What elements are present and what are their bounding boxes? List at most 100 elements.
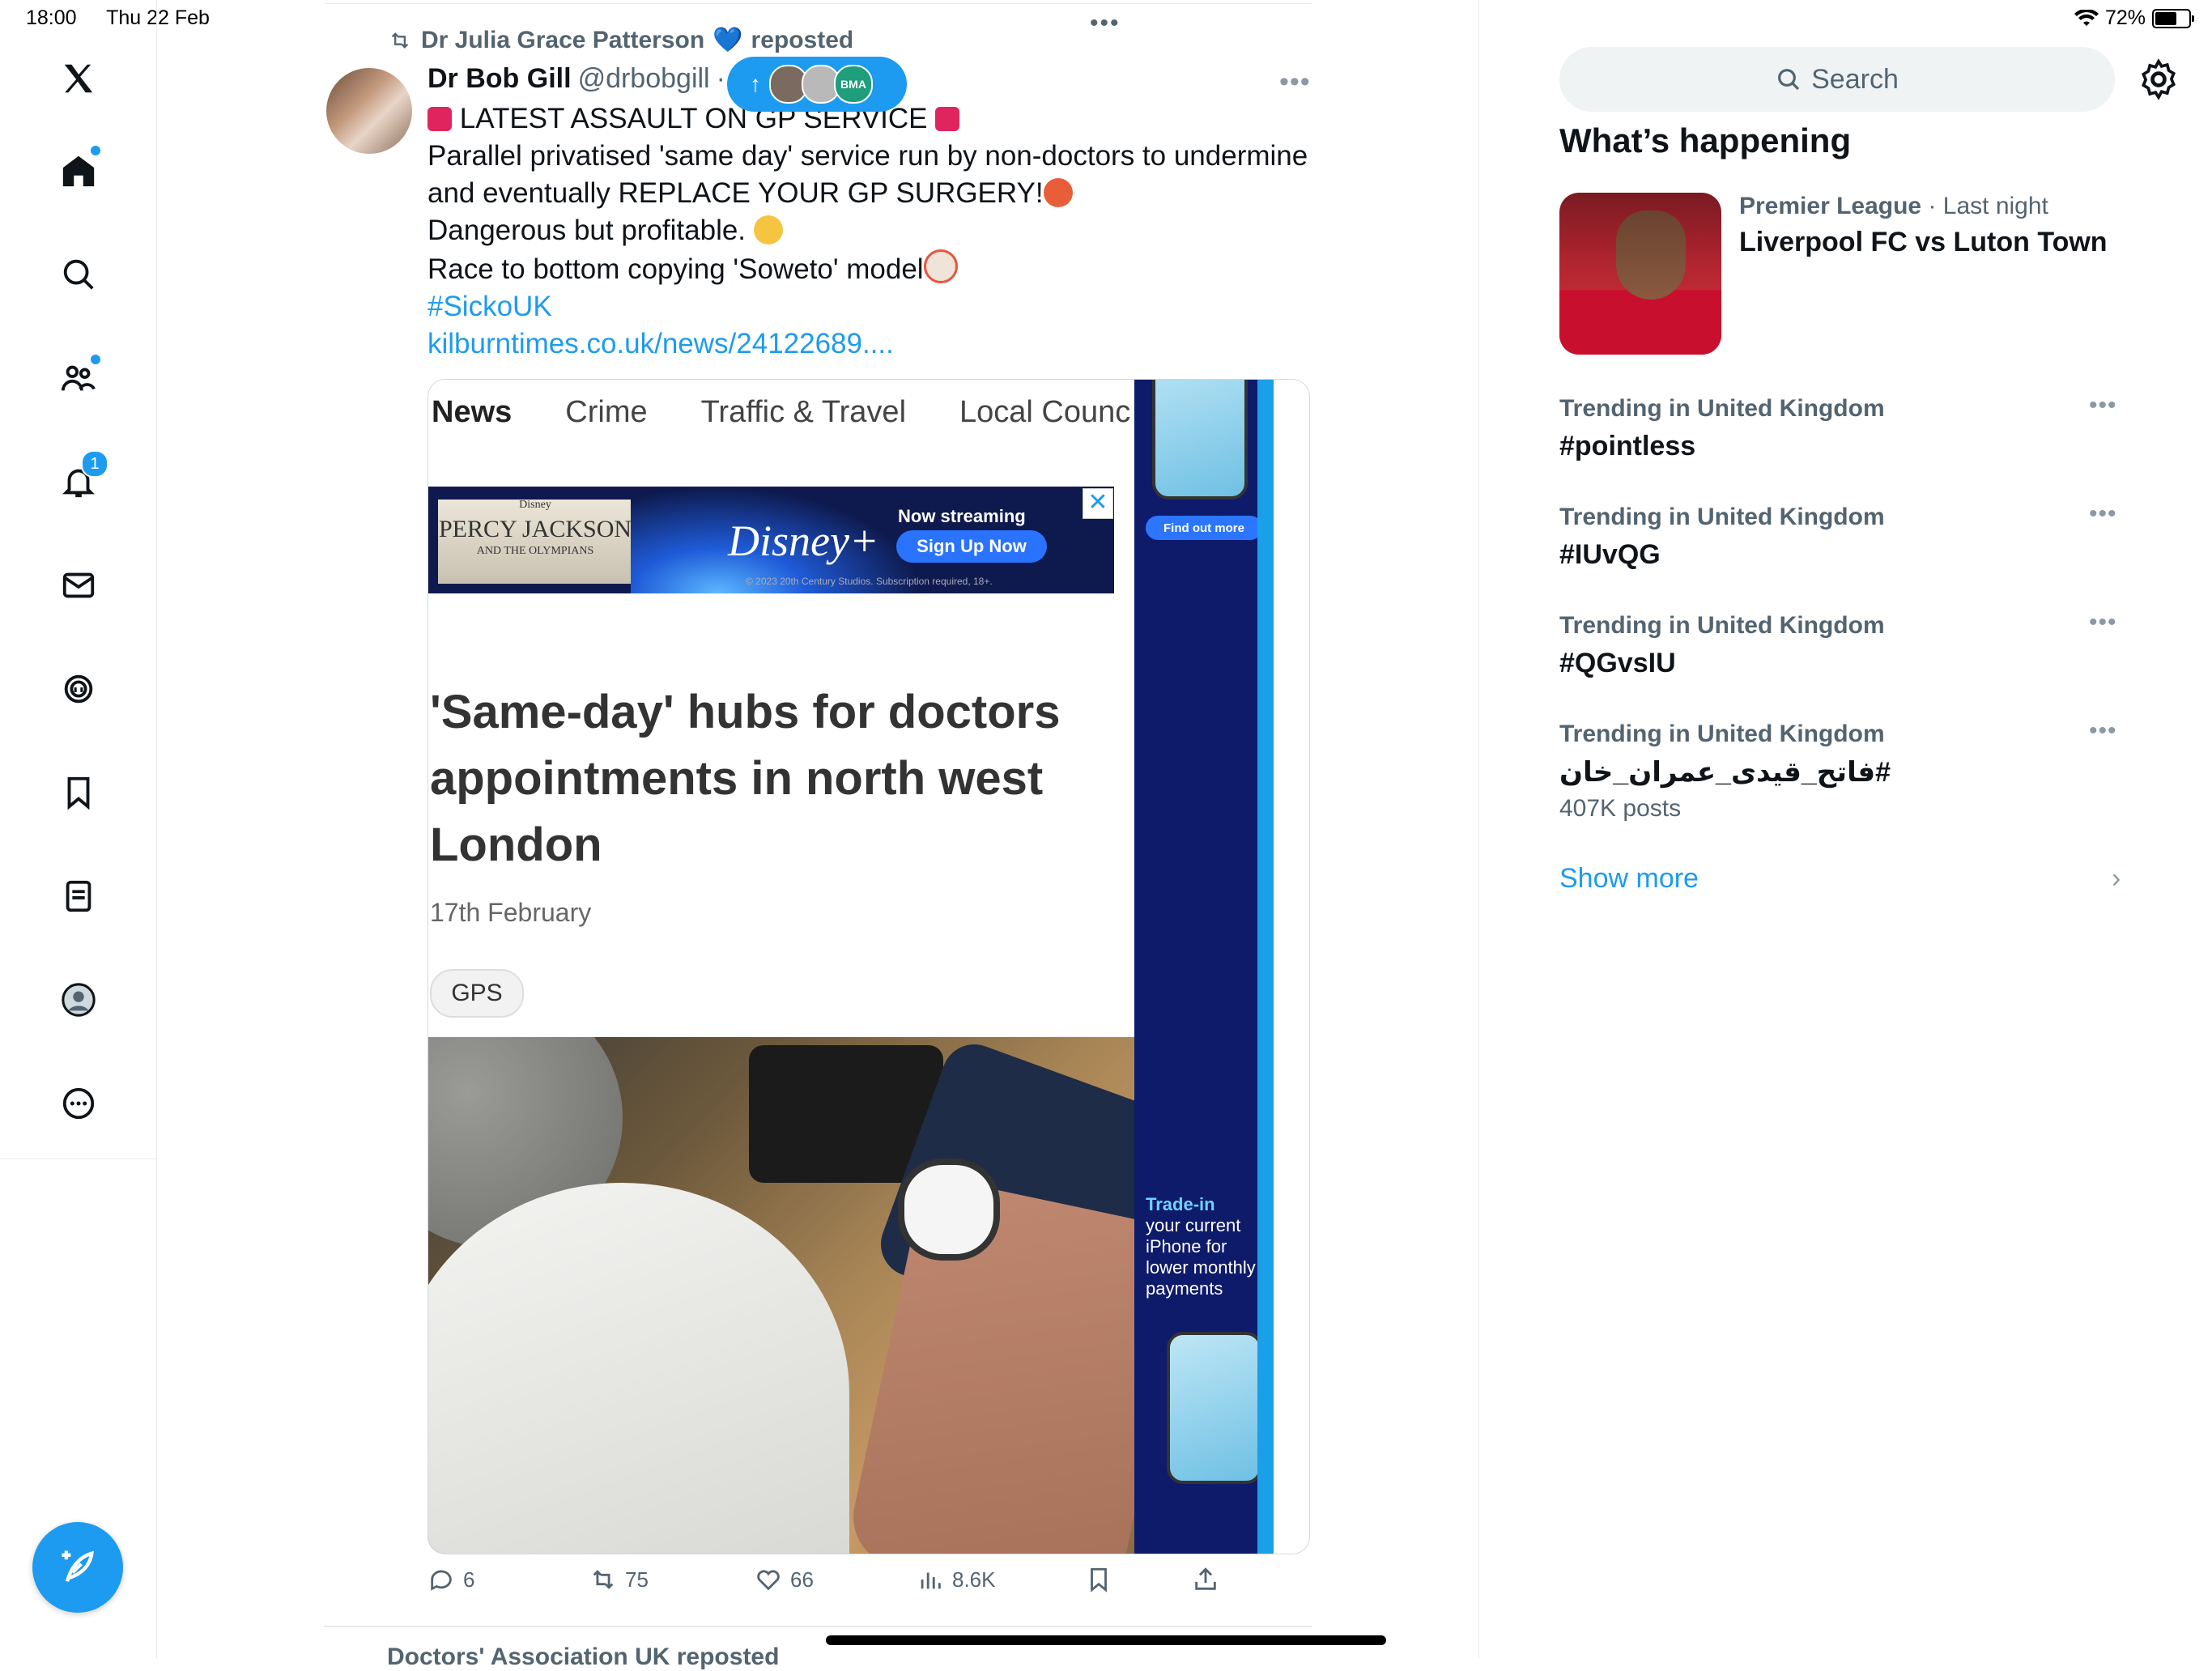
new-posts-pill[interactable]: ↑ BMA — [727, 57, 907, 112]
repost-count: 75 — [625, 1567, 649, 1592]
share-icon — [1195, 1567, 1216, 1590]
communities-icon[interactable] — [49, 348, 108, 408]
share-button[interactable] — [1192, 1566, 1219, 1593]
bookmark-icon — [1091, 1567, 1107, 1592]
article-tab-local: Local Counc — [959, 394, 1131, 429]
like-button[interactable]: 66 — [755, 1566, 814, 1593]
trend-name[interactable]: #pointless — [1559, 431, 1695, 462]
article-link[interactable]: kilburntimes.co.uk/news/24122689.... — [428, 325, 1318, 363]
verified-heart-icon: 💙 — [713, 27, 743, 53]
event-thumbnail[interactable] — [1559, 193, 1721, 355]
more-circle-icon[interactable] — [49, 1074, 108, 1133]
views-count: 8.6K — [952, 1567, 996, 1592]
column-divider — [1478, 0, 1479, 1658]
article-tab-traffic: Traffic & Travel — [700, 394, 907, 429]
trend-name[interactable]: #فاتح_قیدی_عمران_خان — [1559, 756, 1891, 789]
communities-notification-dot — [91, 355, 100, 364]
bell-icon[interactable]: 1 — [49, 450, 108, 512]
mail-icon[interactable] — [49, 555, 108, 615]
author-handle[interactable]: @drbobgill — [578, 63, 710, 95]
article-headline: 'Same-day' hubs for doctors appointments… — [430, 686, 1061, 871]
tweet-line-5-text: Race to bottom copying 'Soweto' model — [428, 253, 924, 285]
trade-in-text: Trade-in your current iPhone for lower m… — [1146, 1194, 1267, 1299]
repost-button[interactable]: 75 — [589, 1566, 649, 1593]
siren-emoji-icon — [935, 107, 960, 131]
event-title[interactable]: Liverpool FC vs Luton Town — [1739, 227, 2108, 258]
disney-ad-banner: Disney PERCY JACKSON AND THE OLYMPIANS D… — [428, 487, 1114, 593]
reposted-by[interactable]: Dr Julia Grace Patterson — [421, 27, 704, 54]
home-notification-dot — [91, 146, 100, 155]
article-nav-tabs: News Crime Traffic & Travel Local Counc — [432, 380, 1130, 444]
reply-button[interactable]: 6 — [428, 1566, 474, 1593]
article-date: 17th February — [430, 898, 592, 927]
tweet-actions: 6 75 66 8.6K — [428, 1566, 1318, 1601]
player-shirt — [1559, 290, 1721, 355]
tweet-media-card[interactable]: News Crime Traffic & Travel Local Counc … — [428, 379, 1310, 1554]
doctor-shirt — [428, 1183, 849, 1554]
search-placeholder: Search — [1811, 63, 1899, 95]
tweet-more-icon[interactable]: ••• — [1279, 66, 1311, 98]
avatar[interactable] — [326, 68, 412, 154]
tweet-line-4-text: Dangerous but profitable. — [428, 215, 747, 246]
like-count: 66 — [790, 1567, 814, 1592]
timeline-separator — [324, 1626, 1312, 1627]
event-meta[interactable]: Premier League · Last night — [1739, 193, 2048, 220]
show-more-link[interactable]: Show more — [1559, 863, 1699, 895]
event-time: · Last night — [1928, 193, 2048, 219]
lists-icon[interactable] — [49, 866, 108, 926]
repost-icon — [391, 32, 409, 49]
tweet-line-4: Dangerous but profitable. — [428, 212, 1318, 249]
trend-name[interactable]: #QGvsIU — [1559, 648, 1676, 679]
trend-meta[interactable]: Trending in United Kingdom — [1559, 721, 1885, 748]
top-handle-dots[interactable]: ••• — [1090, 10, 1121, 37]
compose-button[interactable] — [32, 1522, 123, 1613]
trend-meta[interactable]: Trending in United Kingdom — [1559, 504, 1885, 531]
hashtag-link[interactable]: #SickoUK — [428, 288, 1318, 325]
grok-icon[interactable] — [49, 659, 108, 719]
event-category: Premier League — [1739, 193, 1922, 219]
trend-more-icon[interactable]: ••• — [2089, 392, 2117, 419]
trend-meta[interactable]: Trending in United Kingdom — [1559, 395, 1885, 423]
bookmark-icon[interactable] — [49, 763, 108, 823]
heart-icon — [757, 1570, 780, 1591]
article-tab-news: News — [432, 394, 513, 429]
repost-context[interactable]: Dr Julia Grace Patterson 💙 reposted — [387, 26, 853, 54]
trend-name[interactable]: #IUvQG — [1559, 539, 1661, 571]
author-name[interactable]: Dr Bob Gill — [428, 63, 572, 95]
home-indicator[interactable] — [826, 1635, 1386, 1645]
trend-posts: 407K posts — [1559, 795, 1682, 822]
trade-in-title: Trade-in — [1146, 1194, 1215, 1214]
percy-jackson-logo: Disney PERCY JACKSON AND THE OLYMPIANS — [438, 500, 632, 584]
timeline-top-separator — [324, 3, 1312, 4]
search-icon — [1778, 69, 1800, 91]
trend-more-icon[interactable]: ••• — [2089, 500, 2117, 528]
reply-count: 6 — [463, 1567, 475, 1592]
find-out-more-button: Find out more — [1146, 516, 1262, 540]
wifi-icon — [2074, 9, 2099, 26]
trend-more-icon[interactable]: ••• — [2089, 717, 2117, 745]
ad-close-icon: ✕ — [1083, 488, 1113, 519]
tweet-line-5: Race to bottom copying 'Soweto' model — [428, 249, 1318, 288]
search-icon[interactable] — [49, 244, 108, 304]
feather-plus-icon — [62, 1550, 94, 1582]
battery-fill — [2155, 11, 2176, 25]
notification-badge: 1 — [81, 450, 108, 478]
search-input[interactable]: Search — [1559, 47, 2115, 112]
chevron-right-icon[interactable]: › — [2112, 863, 2121, 895]
trend-more-icon[interactable]: ••• — [2089, 609, 2117, 636]
trend-meta[interactable]: Trending in United Kingdom — [1559, 612, 1885, 640]
bookmark-button[interactable] — [1085, 1566, 1112, 1593]
status-bar-right: 72% — [2074, 6, 2194, 30]
iphone-image — [1167, 1332, 1262, 1484]
ad-signup-button: Sign Up Now — [896, 530, 1047, 563]
profile-icon[interactable] — [49, 970, 108, 1030]
views-button[interactable]: 8.6K — [917, 1566, 996, 1593]
next-post-repost-context[interactable]: Doctors' Association UK reposted — [387, 1643, 779, 1671]
disney-small-text: Disney — [519, 499, 551, 511]
x-logo-icon[interactable] — [49, 49, 108, 108]
home-icon[interactable] — [49, 141, 108, 201]
clown-face-emoji-icon — [923, 249, 958, 283]
ad-now-streaming: Now streaming — [898, 506, 1026, 526]
gear-icon[interactable] — [2136, 57, 2181, 102]
tweet-author[interactable]: Dr Bob Gill @drbobgill · 1 — [428, 63, 748, 95]
